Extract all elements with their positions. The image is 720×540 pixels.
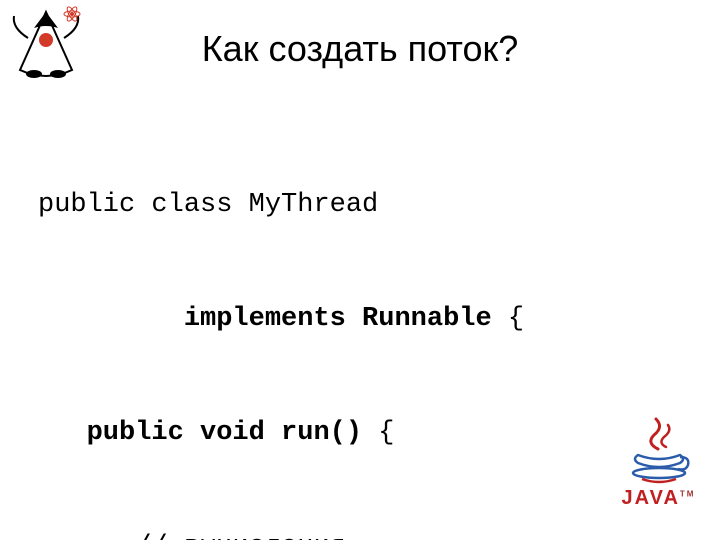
java-logo: JAVATM [611, 415, 706, 530]
code-block: public class MyThread implements Runnabl… [38, 110, 682, 540]
code-indent [38, 304, 184, 334]
code-line-4: // вычисления [38, 528, 682, 540]
code-line-2: implements Runnable { [38, 300, 682, 338]
java-logo-text: JAVATM [611, 487, 706, 510]
code-text: public class MyThread [38, 190, 378, 220]
code-text: { [492, 304, 524, 334]
code-text: { [362, 418, 394, 448]
java-tm: TM [680, 489, 696, 498]
code-line-3: public void run() { [38, 414, 682, 452]
java-cup-icon [624, 415, 694, 485]
code-text-bold: public void run() [87, 418, 362, 448]
code-text: // вычисления [38, 532, 346, 540]
java-wordmark: JAVA [622, 487, 680, 509]
code-line-1: public class MyThread [38, 186, 682, 224]
code-indent [38, 418, 87, 448]
slide: Как создать поток? public class MyThread… [0, 0, 720, 540]
code-text-bold: implements Runnable [184, 304, 492, 334]
slide-title: Как создать поток? [0, 28, 720, 70]
